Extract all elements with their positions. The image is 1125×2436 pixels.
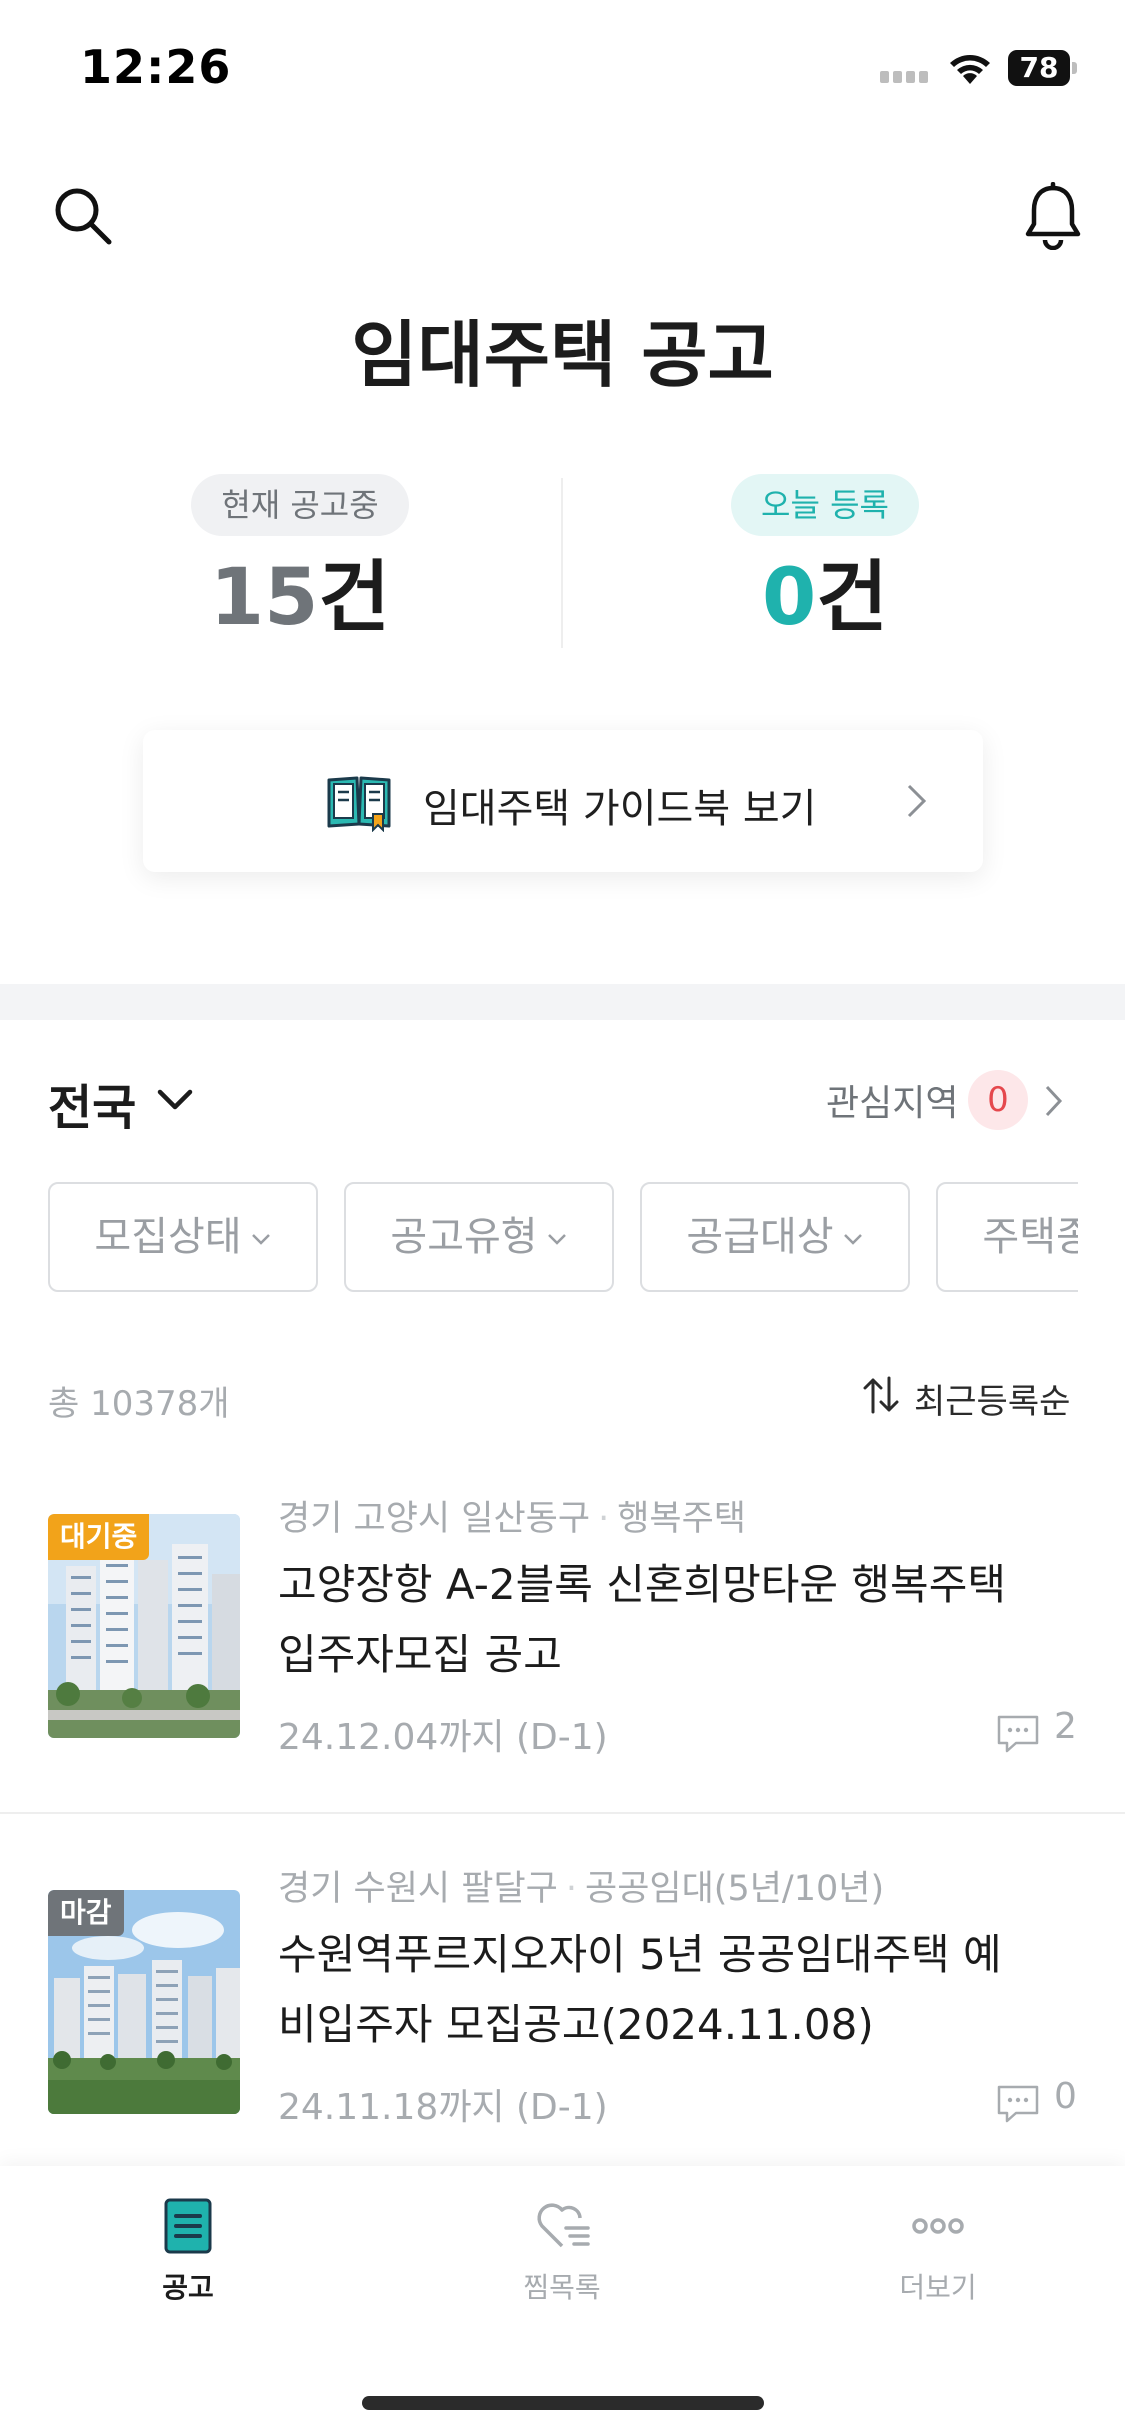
filter-recruit-status[interactable]: 모집상태 [48,1182,318,1292]
battery-icon: 78 [1008,50,1077,86]
meta-separator: · [565,1869,577,1909]
notice-icon [164,2198,212,2254]
today-registered-value: 0건 [675,548,975,648]
nav-label: 찜목록 [523,2271,601,2304]
current-notices-unit: 건 [318,553,391,643]
interest-region-button[interactable]: 관심지역 [826,1074,958,1126]
chevron-right-icon[interactable] [1044,1084,1064,1118]
listing-type: 행복주택 [617,1499,747,1539]
guidebook-label: 임대주택 가이드북 보기 [423,786,817,832]
filter-notice-type[interactable]: 공고유형 [344,1182,614,1292]
listing-title-line: 입주자모집 공고 [278,1630,562,1679]
comment-count-value: 0 [1054,2076,1077,2117]
chevron-down-icon [547,1234,566,1245]
more-icon [912,2218,964,2234]
current-notices-value: 15건 [150,548,450,648]
status-time: 12:26 [80,40,232,94]
book-icon [327,776,391,832]
comment-count-value: 2 [1054,1706,1077,1747]
chevron-down-icon[interactable] [156,1088,194,1112]
listing-thumbnail: 마감 [48,1890,240,2114]
home-indicator[interactable] [362,2396,764,2410]
sort-icon [863,1376,899,1414]
nav-wishlist[interactable]: 찜목록 [462,2196,662,2316]
page-title: 임대주택 공고 [351,313,774,397]
meta-separator: · [598,1499,610,1539]
interest-region-count: 0 [968,1070,1028,1130]
search-button[interactable] [52,185,114,247]
today-registered-label: 오늘 등록 [731,474,919,536]
listing-title-line: 비입주자 모집공고(2024.11.08) [278,2000,874,2049]
current-notices-label: 현재 공고중 [191,474,409,536]
chevron-right-icon [907,784,927,818]
chevron-down-icon [843,1234,862,1245]
guidebook-button[interactable]: 임대주택 가이드북 보기 [143,730,983,872]
filter-label: 주택종류 [982,1214,1078,1260]
status-badge: 대기중 [48,1514,150,1560]
filter-supply-target[interactable]: 공급대상 [640,1182,910,1292]
nav-label: 더보기 [899,2271,977,2304]
listing-deadline: 24.12.04까지 (D-1) [278,1717,608,1758]
filter-housing-type[interactable]: 주택종류 [936,1182,1078,1292]
comment-icon [997,2085,1039,2123]
stat-divider [561,478,563,648]
nav-more[interactable]: 더보기 [838,2196,1038,2316]
current-notices-stat: 현재 공고중 15건 [150,474,450,648]
listing-region: 경기 수원시 팔달구 [278,1869,558,1909]
filter-label: 공급대상 [686,1214,834,1260]
comment-icon [997,1715,1039,1753]
today-registered-unit: 건 [816,553,889,643]
listing-meta: 경기 수원시 팔달구 · 공공임대(5년/10년) [278,1860,884,1911]
heart-list-icon [537,2203,590,2248]
chevron-down-icon [251,1234,270,1245]
nav-notices[interactable]: 공고 [88,2196,288,2316]
current-notices-number: 15 [209,553,319,643]
listing-meta: 경기 고양시 일산동구 · 행복주택 [278,1490,746,1541]
list-item[interactable]: 마감 경기 수원시 팔달구 · 공공임대(5년/10년) 수원역푸르지오자이 5년 … [0,1816,1125,2162]
region-selector[interactable]: 전국 [48,1068,136,1138]
listing-title: 고양장항 A-2블록 신혼희망타운 행복주택 입주자모집 공고 [278,1550,1078,1690]
cellular-signal-icon [880,64,932,83]
listing-deadline: 24.11.18까지 (D-1) [278,2087,608,2128]
search-icon [55,188,112,245]
status-bar: 12:26 78 [0,0,1125,140]
listing-title-line: 수원역푸르지오자이 5년 공공임대주택 예 [278,1930,1002,1979]
listing-title-line: 고양장항 A-2블록 신혼희망타운 행복주택 [278,1560,1006,1609]
wifi-icon [950,55,990,84]
filter-label: 모집상태 [94,1214,242,1260]
list-item[interactable]: 대기중 경기 고양시 일산동구 · 행복주택 고양장항 A-2블록 신혼희망타운 행… [0,1470,1125,1814]
bell-icon [1025,181,1081,251]
today-registered-stat: 오늘 등록 0건 [675,474,975,648]
listing-type: 공공임대(5년/10년) [585,1869,885,1909]
section-divider [0,984,1125,1020]
notification-button[interactable] [1022,181,1084,251]
today-registered-number: 0 [761,553,817,643]
nav-label: 공고 [162,2271,214,2304]
filter-label: 공고유형 [390,1214,538,1260]
filter-chips: 모집상태 공고유형 공급대상 주택종류 [48,1182,1078,1294]
total-count: 총 10378개 [48,1384,230,1424]
listing-thumbnail: 대기중 [48,1514,240,1738]
listing-title: 수원역푸르지오자이 5년 공공임대주택 예 비입주자 모집공고(2024.11.… [278,1920,1078,2060]
sort-label: 최근등록순 [914,1382,1071,1422]
status-badge: 마감 [48,1890,124,1936]
listing-region: 경기 고양시 일산동구 [278,1499,591,1539]
